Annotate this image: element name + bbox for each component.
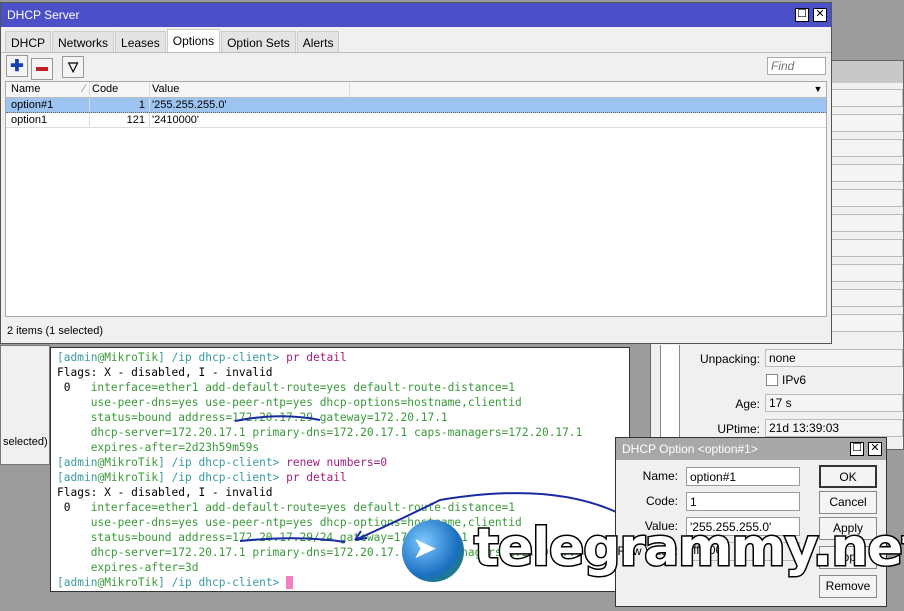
maximize-button[interactable]: ☐ (850, 442, 864, 456)
dialog-titlebar[interactable]: DHCP Option <option#1> ☐ ✕ (616, 438, 886, 460)
code-input[interactable] (686, 492, 800, 511)
cancel-button[interactable]: Cancel (819, 491, 877, 514)
paper-plane-icon: ➤ (412, 532, 438, 565)
ok-button[interactable]: OK (819, 465, 877, 488)
watermark-text: telegrammy.net (473, 517, 904, 580)
close-button[interactable]: ✕ (868, 442, 882, 456)
remove-button[interactable]: Remove (819, 575, 877, 598)
name-input[interactable] (686, 467, 800, 486)
telegram-globe-logo: ➤ (402, 520, 464, 582)
code-label: Code: (645, 494, 678, 508)
dialog-title: DHCP Option <option#1> (622, 442, 758, 456)
name-label: Name: (642, 469, 678, 483)
